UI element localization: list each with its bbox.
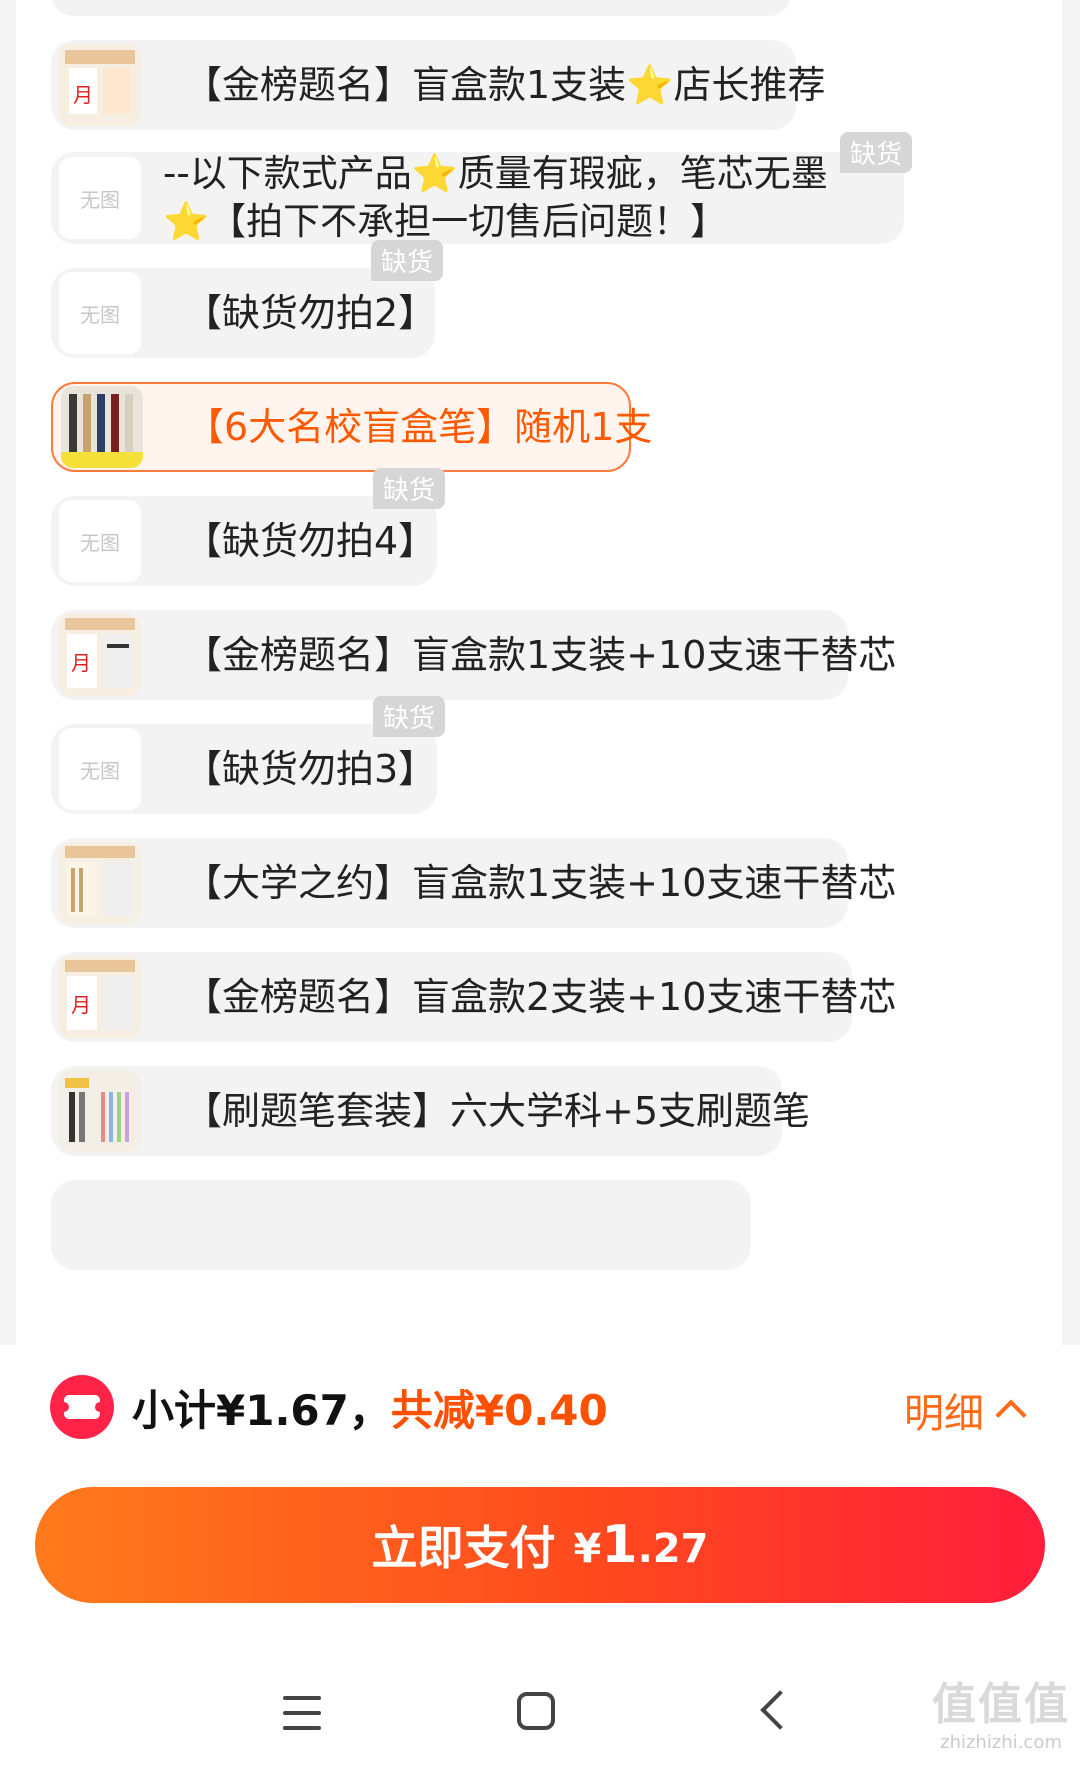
variant-chip-partial[interactable] <box>51 1180 751 1270</box>
chevron-up-icon <box>995 1399 1027 1431</box>
pay-now-button[interactable]: 立即支付 ¥1.27 <box>35 1487 1045 1603</box>
pay-label: 立即支付 <box>371 1521 556 1575</box>
home-icon[interactable] <box>517 1692 555 1730</box>
variant-label: 【大学之约】盲盒款1支装+10支速干替芯 <box>184 861 897 905</box>
out-of-stock-badge: 缺货 <box>372 468 445 509</box>
detail-label: 明细 <box>904 1391 984 1437</box>
variant-label: 【金榜题名】盲盒款1支装+10支速干替芯 <box>184 633 897 677</box>
discount-amount: 共减¥0.40 <box>390 1386 608 1435</box>
variant-thumbnail: 月 <box>59 44 141 126</box>
variant-label: 【缺货勿拍2】 <box>184 291 437 335</box>
back-icon[interactable] <box>760 1690 800 1730</box>
variant-thumbnail <box>61 386 143 468</box>
variant-chip[interactable]: 【刷题笔套装】六大学科+5支刷题笔 <box>51 1066 811 1156</box>
variant-chip[interactable]: 无图 【缺货勿拍2】 缺货 <box>51 240 443 358</box>
variant-thumbnail <box>59 842 141 924</box>
sku-selector-panel: 月 【金榜题名】盲盒款1支装⭐店长推荐 无图 --以下款式产品⭐质量有瑕疵，笔芯… <box>16 0 1062 1345</box>
variant-thumbnail: 月 <box>59 956 141 1038</box>
watermark-logo: 值值值 <box>932 1679 1070 1730</box>
variant-chip[interactable]: 月 【金榜题名】盲盒款1支装+10支速干替芯 <box>51 610 897 700</box>
variant-chip[interactable]: 月 【金榜题名】盲盒款1支装⭐店长推荐 <box>51 40 826 130</box>
variant-label: 【金榜题名】盲盒款1支装⭐店长推荐 <box>184 63 826 107</box>
svg-text:月: 月 <box>71 651 91 675</box>
product-image <box>59 1070 141 1152</box>
variant-thumbnail <box>59 1070 141 1152</box>
product-image: 月 <box>59 956 141 1038</box>
variant-chip[interactable]: 月 【金榜题名】盲盒款2支装+10支速干替芯 <box>51 952 897 1042</box>
detail-toggle[interactable]: 明细 <box>904 1381 1027 1439</box>
variant-label: 【缺货勿拍3】 <box>184 747 437 791</box>
no-image-placeholder: 无图 <box>59 500 141 582</box>
pay-amount-int: 1 <box>601 1515 638 1575</box>
svg-text:月: 月 <box>73 83 93 107</box>
checkout-footer: 小计¥1.67，共减¥0.40 明细 立即支付 ¥1.27 值值值 zhizhi… <box>0 1345 1080 1765</box>
watermark-url: zhizhizhi.com <box>940 1732 1062 1753</box>
system-nav-bar: 值值值 zhizhizhi.com <box>0 1660 1080 1765</box>
product-image: 月 <box>59 614 141 696</box>
pay-currency: ¥ <box>573 1526 602 1572</box>
subtotal-row: 小计¥1.67，共减¥0.40 明细 <box>50 1373 1040 1443</box>
product-image: 月 <box>59 44 141 126</box>
subtotal-text: 小计¥1.67，共减¥0.40 <box>132 1377 608 1438</box>
pay-amount-dec: .27 <box>637 1526 709 1572</box>
variant-chip[interactable]: 无图 --以下款式产品⭐质量有瑕疵，笔芯无墨⭐【拍下不承担一切售后问题！】 缺货 <box>51 132 912 244</box>
out-of-stock-badge: 缺货 <box>839 132 912 173</box>
variant-label: 【6大名校盲盒笔】随机1支 <box>186 405 653 449</box>
variant-thumbnail: 月 <box>59 614 141 696</box>
out-of-stock-badge: 缺货 <box>370 240 443 281</box>
variant-label: 【刷题笔套装】六大学科+5支刷题笔 <box>184 1089 811 1133</box>
product-image <box>61 386 143 468</box>
out-of-stock-badge: 缺货 <box>372 696 445 737</box>
variant-label: 【缺货勿拍4】 <box>184 519 437 563</box>
no-image-placeholder: 无图 <box>59 728 141 810</box>
variant-label: --以下款式产品⭐质量有瑕疵，笔芯无墨⭐【拍下不承担一切售后问题！】 <box>163 152 828 243</box>
variant-chip-selected[interactable]: 【6大名校盲盒笔】随机1支 <box>51 382 653 472</box>
variant-chip[interactable]: 无图 【缺货勿拍3】 缺货 <box>51 696 445 814</box>
coupon-icon <box>50 1375 114 1439</box>
no-image-placeholder: 无图 <box>59 157 141 239</box>
pay-amount: ¥1.27 <box>574 1515 709 1575</box>
variant-chip[interactable]: 【大学之约】盲盒款1支装+10支速干替芯 <box>51 838 897 928</box>
subtotal-amount: 小计¥1.67， <box>132 1386 391 1435</box>
no-image-placeholder: 无图 <box>59 272 141 354</box>
product-image <box>59 842 141 924</box>
svg-text:月: 月 <box>71 993 91 1017</box>
menu-icon[interactable] <box>283 1696 321 1730</box>
variant-chip[interactable]: 无图 【缺货勿拍4】 缺货 <box>51 468 445 586</box>
variant-chip-partial[interactable] <box>51 0 791 16</box>
watermark: 值值值 zhizhizhi.com <box>932 1668 1070 1753</box>
variant-label: 【金榜题名】盲盒款2支装+10支速干替芯 <box>184 975 897 1019</box>
